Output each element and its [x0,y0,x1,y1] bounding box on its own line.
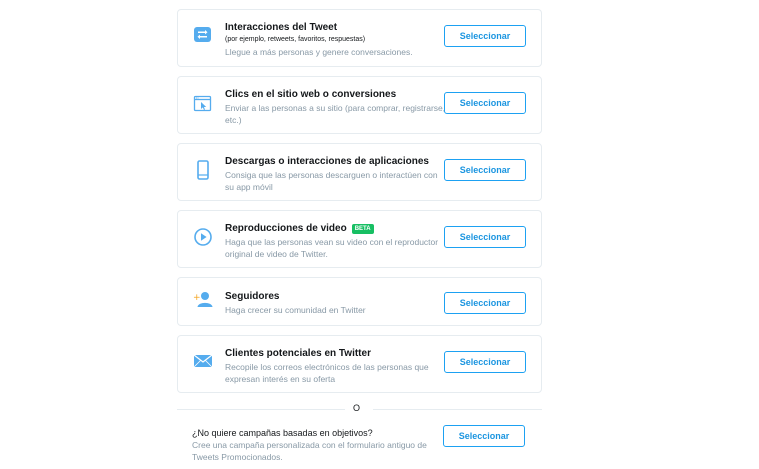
select-followers-button[interactable]: Seleccionar [444,292,526,314]
followers-icon: + [193,290,213,310]
objective-title: Seguidores [225,291,280,302]
divider [373,409,542,410]
select-custom-campaign-button[interactable]: Seleccionar [443,425,525,447]
select-leads-button[interactable]: Seleccionar [444,351,526,373]
select-tweet-engagements-button[interactable]: Seleccionar [444,25,526,47]
objective-description: Haga que las personas vean su video con … [225,237,439,259]
objective-title: Clientes potenciales en Twitter [225,348,371,359]
objective-description: Haga crecer su comunidad en Twitter [225,305,366,315]
custom-campaign-section: ¿No quiere campañas basadas en objetivos… [192,427,442,463]
objective-card-app-installs: Descargas o interacciones de aplicacione… [177,143,542,201]
or-separator: O [177,402,542,416]
objective-description: Consiga que las personas descarguen o in… [225,170,438,192]
custom-campaign-title: ¿No quiere campañas basadas en objetivos… [192,428,373,438]
retweet-icon [193,25,213,45]
objective-description: Llegue a más personas y genere conversac… [225,47,413,57]
objective-card-website-clicks: Clics en el sitio web o conversiones Env… [177,76,542,134]
objective-card-tweet-engagements: Interacciones del Tweet (por ejemplo, re… [177,9,542,67]
objective-card-followers: + Seguidores Haga crecer su comunidad en… [177,277,542,326]
play-icon [193,227,213,247]
divider [177,409,345,410]
envelope-icon [193,351,213,371]
select-video-views-button[interactable]: Seleccionar [444,226,526,248]
or-label: O [353,403,361,413]
beta-badge: BETA [351,223,374,234]
website-click-icon [193,94,213,114]
objective-description: Recopile los correos electrónicos de las… [225,362,429,384]
objective-subnote: (por ejemplo, retweets, favoritos, respu… [225,36,366,43]
objective-title: Interacciones del Tweet [225,22,338,33]
objective-card-video-views: Reproducciones de video BETA Haga que la… [177,210,542,268]
select-website-clicks-button[interactable]: Seleccionar [444,92,526,114]
objective-title: Clics en el sitio web o conversiones [225,89,397,100]
svg-text:+: + [193,293,201,303]
select-app-installs-button[interactable]: Seleccionar [444,159,526,181]
custom-campaign-description: Cree una campaña personalizada con el fo… [192,440,427,462]
objective-description: Enviar a las personas a su sitio (para c… [225,103,446,125]
objective-card-leads: Clientes potenciales en Twitter Recopile… [177,335,542,393]
objective-title: Reproducciones de video [225,223,347,234]
objective-list: Interacciones del Tweet (por ejemplo, re… [177,9,542,402]
objective-title: Descargas o interacciones de aplicacione… [225,156,429,167]
mobile-app-icon [193,160,213,180]
